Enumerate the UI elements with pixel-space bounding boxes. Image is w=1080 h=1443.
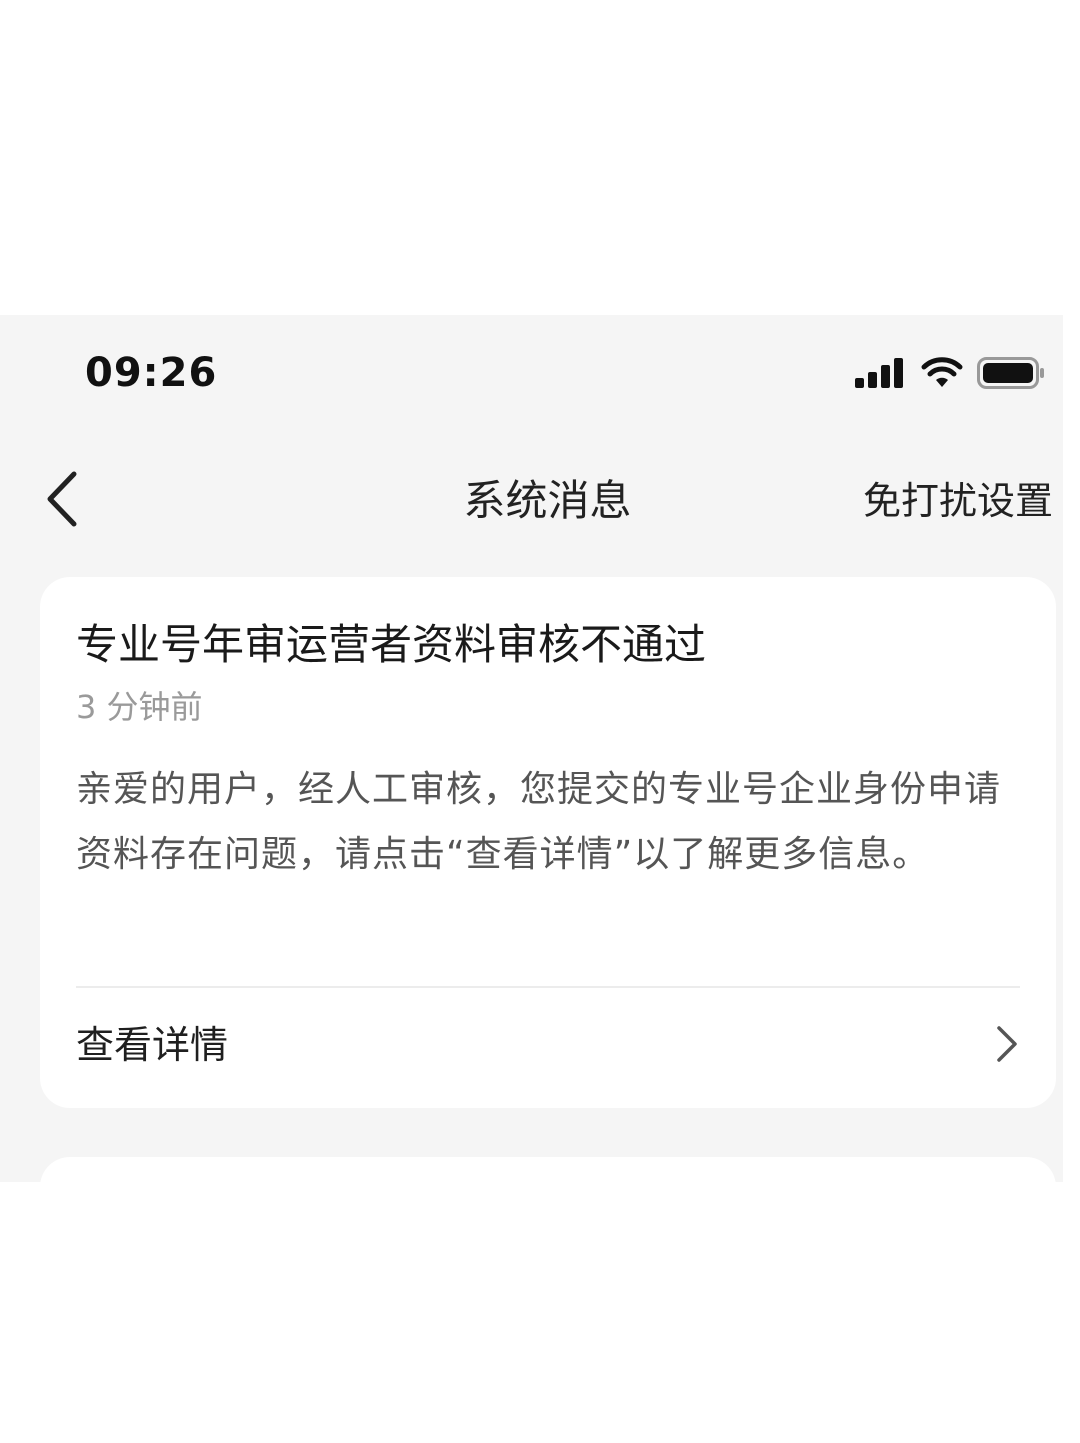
chevron-right-icon: [997, 1026, 1017, 1062]
message-card: 专业号年审运营者资料审核不通过 3 分钟前 亲爱的用户，经人工审核，您提交的专业…: [40, 577, 1056, 1108]
do-not-disturb-settings-button[interactable]: 免打扰设置: [863, 475, 1053, 527]
phone-screen: 09:26 系统消息 免打扰设置 专业号年审运营者资料审核不通过 3 分钟前 亲…: [0, 315, 1063, 1182]
view-details-label: 查看详情: [76, 1023, 229, 1067]
card-divider: [76, 986, 1020, 988]
message-title: 专业号年审运营者资料审核不通过: [76, 620, 707, 669]
view-details-button[interactable]: 查看详情: [40, 989, 1056, 1108]
signal-icon: [855, 358, 903, 388]
next-message-card[interactable]: [40, 1157, 1056, 1182]
message-time: 3 分钟前: [76, 688, 203, 726]
battery-icon: [977, 357, 1044, 389]
wifi-icon: [921, 357, 963, 387]
message-body: 亲爱的用户，经人工审核，您提交的专业号企业身份申请资料存在问题，请点击“查看详情…: [76, 769, 1002, 875]
status-time: 09:26: [85, 350, 218, 396]
status-icons: [855, 357, 1045, 389]
